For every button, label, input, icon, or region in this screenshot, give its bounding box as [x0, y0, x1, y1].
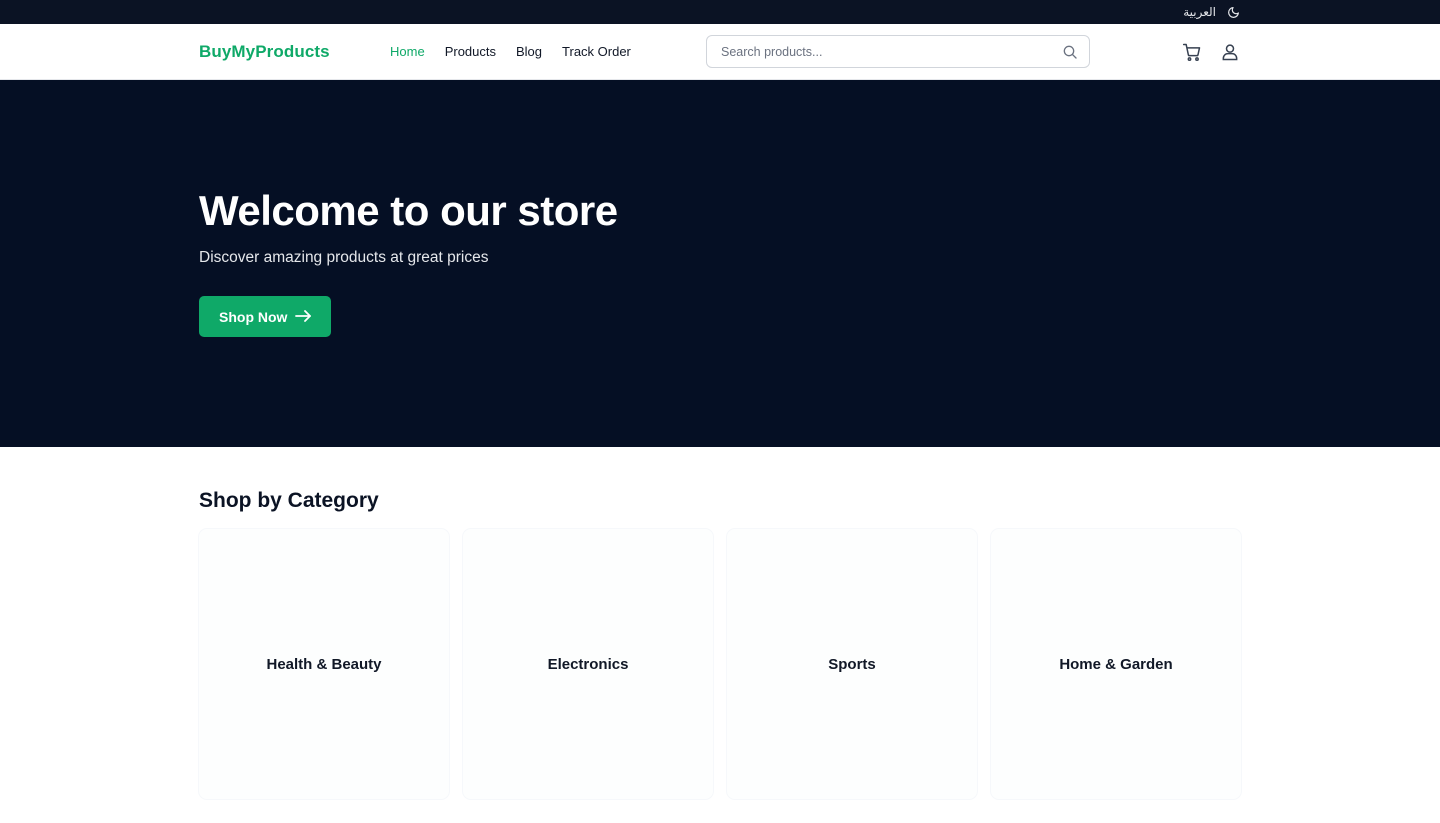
- category-section: Shop by Category Health & Beauty Electro…: [0, 447, 1440, 799]
- hero-banner: Welcome to our store Discover amazing pr…: [0, 80, 1440, 447]
- category-card-home-garden[interactable]: Home & Garden: [991, 529, 1241, 799]
- category-label: Health & Beauty: [266, 655, 382, 673]
- category-grid: Health & Beauty Electronics Sports Home …: [199, 529, 1241, 799]
- search-input[interactable]: [721, 44, 1061, 59]
- search-box: [706, 35, 1090, 68]
- category-label: Home & Garden: [1059, 655, 1173, 673]
- nav-products[interactable]: Products: [445, 44, 496, 59]
- category-label: Electronics: [547, 655, 629, 673]
- category-card-health-beauty[interactable]: Health & Beauty: [199, 529, 449, 799]
- category-label: Sports: [828, 655, 876, 673]
- logo[interactable]: BuyMyProducts: [199, 42, 390, 62]
- shop-now-button[interactable]: Shop Now: [199, 296, 332, 337]
- section-title: Shop by Category: [199, 489, 379, 512]
- main-nav: Home Products Blog Track Order: [390, 44, 631, 59]
- nav-track-order[interactable]: Track Order: [562, 44, 631, 59]
- site-header: BuyMyProducts Home Products Blog Track O…: [0, 24, 1440, 80]
- cart-icon[interactable]: [1182, 42, 1202, 62]
- hero-subtitle: Discover amazing products at great price…: [199, 249, 489, 266]
- nav-blog[interactable]: Blog: [516, 44, 542, 59]
- shop-now-label: Shop Now: [219, 308, 288, 325]
- top-bar: العربية: [0, 0, 1440, 24]
- hero-title: Welcome to our store: [199, 187, 618, 234]
- language-switch[interactable]: العربية: [1183, 5, 1216, 19]
- header-actions: [1182, 24, 1240, 80]
- category-card-electronics[interactable]: Electronics: [463, 529, 713, 799]
- search-icon[interactable]: [1061, 43, 1079, 61]
- arrow-right-icon: [295, 309, 312, 325]
- moon-icon[interactable]: [1226, 5, 1240, 19]
- category-card-sports[interactable]: Sports: [727, 529, 977, 799]
- nav-home[interactable]: Home: [390, 44, 425, 59]
- user-icon[interactable]: [1220, 42, 1240, 62]
